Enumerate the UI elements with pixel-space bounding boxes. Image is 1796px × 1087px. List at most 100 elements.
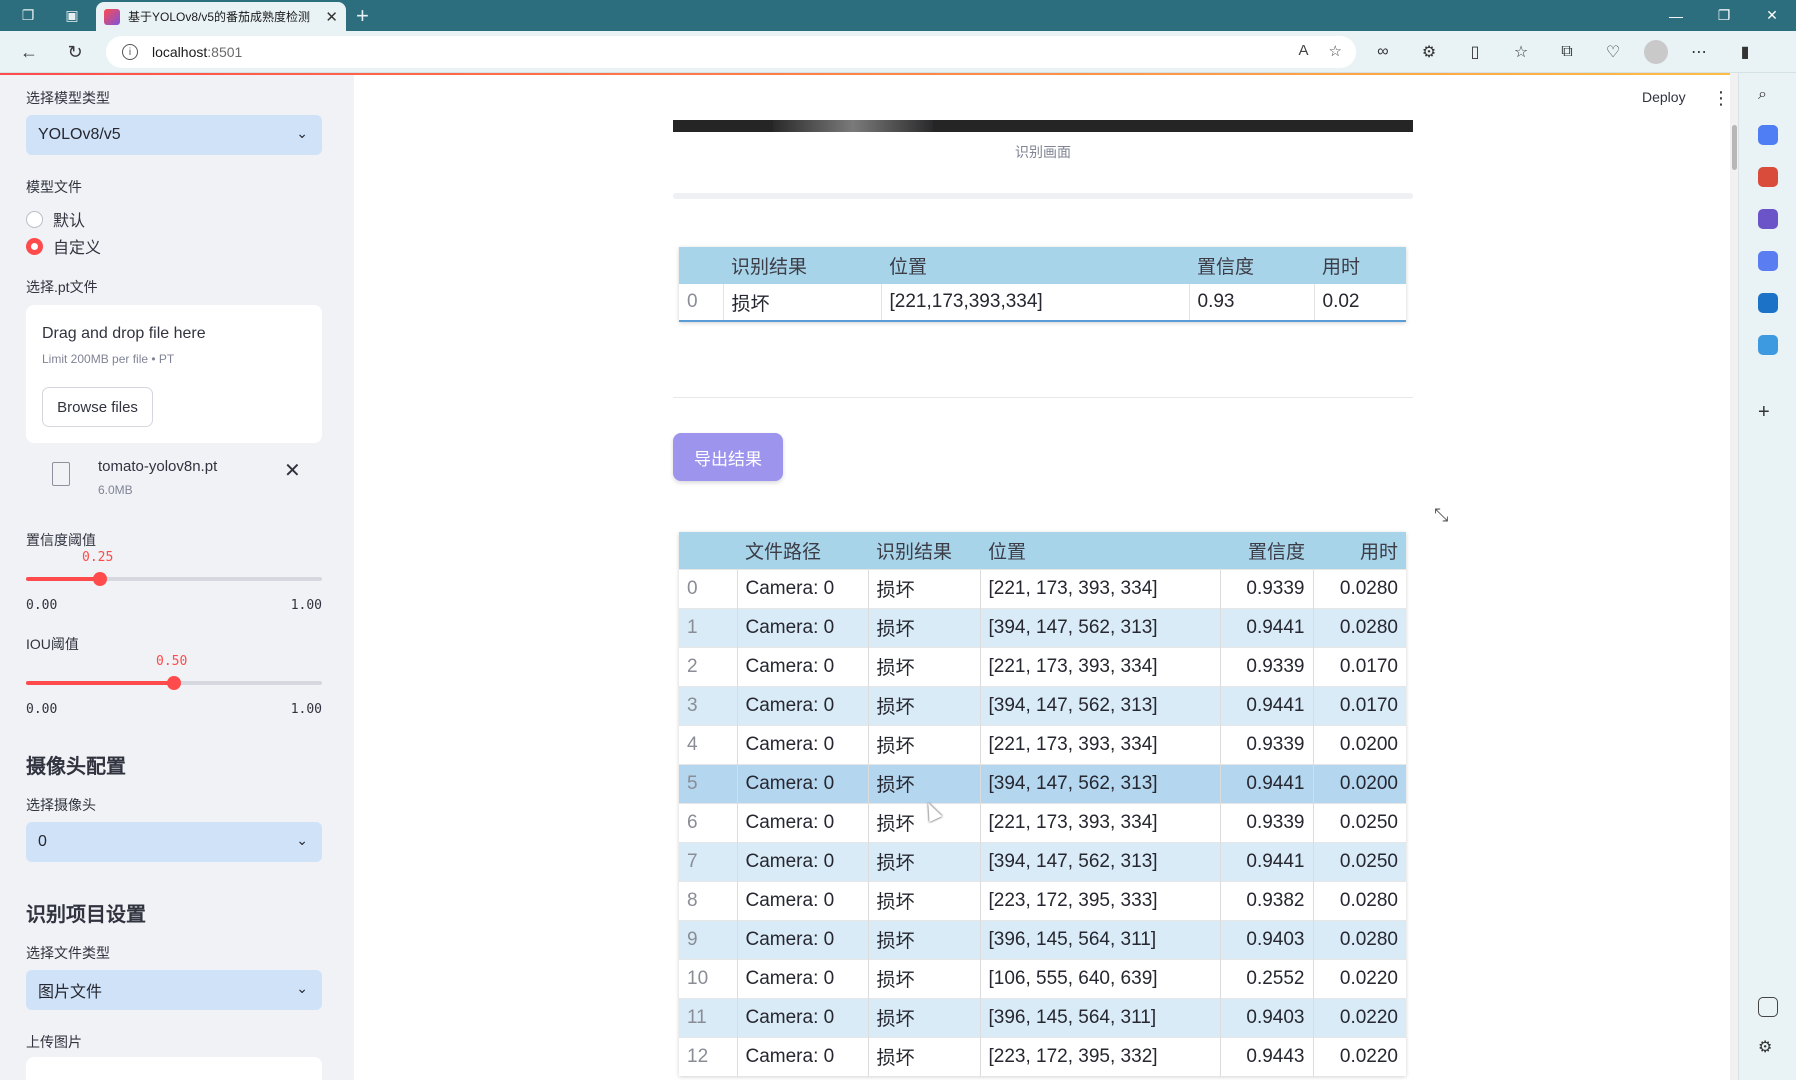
table-row[interactable]: 10 Camera: 0 损坏 [106, 555, 640, 639] 0.2552 0… [679,958,1406,998]
slider-thumb[interactable] [167,676,181,690]
main-menu-icon[interactable]: ⋮ [1712,88,1730,109]
table-row[interactable]: 8 Camera: 0 损坏 [223, 172, 395, 333] 0.9382 0.… [679,880,1406,920]
column-header[interactable] [679,247,723,284]
file-path-cell: Camera: 0 [736,646,868,686]
pt-file-label: 选择.pt文件 [26,279,98,295]
file-dropzone[interactable]: Drag and drop file here Limit 200MB per … [26,305,322,443]
workspaces-icon[interactable]: ❐ [16,0,40,31]
file-type-select[interactable]: 图片文件 ⌄ [26,970,322,1010]
close-window-icon[interactable]: ✕ [1748,0,1796,31]
copilot-icon[interactable] [1758,251,1778,271]
table-row[interactable]: 5 Camera: 0 损坏 [394, 147, 562, 313] 0.9441 0.… [679,763,1406,803]
toolbar-buttons: ∞ ⚙ ▯ ☆ ⧉ ♡ ⋯ ▮ [1368,37,1760,67]
back-icon[interactable]: ← [14,37,44,67]
table-row[interactable]: 7 Camera: 0 损坏 [394, 147, 562, 313] 0.9441 0.… [679,841,1406,881]
column-header[interactable]: 位置 [980,532,1220,569]
address-bar[interactable]: i localhost:8501 A ☆ [106,36,1356,68]
table-row[interactable]: 0 Camera: 0 损坏 [221, 173, 393, 334] 0.9339 0.… [679,568,1406,608]
table-row[interactable]: 6 Camera: 0 损坏 [221, 173, 393, 334] 0.9339 0.… [679,802,1406,842]
column-header[interactable]: 置信度 [1189,247,1314,284]
browser-essentials-icon[interactable]: ♡ [1598,37,1628,67]
favorite-star-icon[interactable]: ☆ [1329,42,1342,60]
chevron-down-icon: ⌄ [296,125,308,141]
deploy-button[interactable]: Deploy [1642,89,1686,105]
iou-slider[interactable]: 0.50 0.00 1.00 [26,644,322,717]
tab-actions-icon[interactable]: ▣ [60,0,84,31]
model-type-select[interactable]: YOLOv8/v5 ⌄ [26,115,322,155]
column-header[interactable]: 置信度 [1220,532,1313,569]
table-row[interactable]: 4 Camera: 0 损坏 [221, 173, 393, 334] 0.9339 0.… [679,724,1406,764]
column-header[interactable]: 识别结果 [723,247,881,284]
column-header[interactable]: 文件路径 [737,532,868,569]
favorites-icon[interactable]: ☆ [1506,37,1536,67]
confidence-cell: 0.9441 [1219,763,1313,803]
radio-default-label: 默认 [53,213,86,230]
window-controls: — ❐ ✕ [1652,0,1796,31]
close-tab-icon[interactable]: ✕ [325,8,338,26]
edge-side-rail: ⌕ + ⚙ [1738,73,1796,1080]
table-row[interactable]: 2 Camera: 0 损坏 [221, 173, 393, 334] 0.9339 0.… [679,646,1406,686]
new-tab-icon[interactable]: + [356,3,369,29]
radio-default[interactable]: 默认 [26,207,85,231]
table-row[interactable]: 0 损坏 [221,173,393,334] 0.93 0.02 [679,284,1406,321]
extensions-icon[interactable]: ⚙ [1414,37,1444,67]
screenshot-icon[interactable] [1758,997,1778,1017]
column-header[interactable]: 用时 [1313,532,1406,569]
image-dropzone[interactable] [26,1057,322,1087]
settings-gear-icon[interactable]: ⚙ [1758,1037,1778,1057]
split-screen-icon[interactable]: ▯ [1460,37,1490,67]
column-header[interactable] [679,532,737,569]
table-header-row: 识别结果 位置 置信度 用时 [679,247,1406,284]
position-cell: [221, 173, 393, 334] [979,646,1220,686]
minimize-icon[interactable]: — [1652,0,1700,31]
table-row[interactable]: 1 Camera: 0 损坏 [394, 147, 562, 313] 0.9441 0.… [679,607,1406,647]
table-row[interactable]: 12 Camera: 0 损坏 [223, 172, 395, 332] 0.9443 0… [679,1036,1406,1076]
add-icon[interactable]: + [1758,401,1778,423]
browse-files-button[interactable]: Browse files [42,387,153,427]
sidebar-toggle-icon[interactable]: ▮ [1730,37,1760,67]
restore-icon[interactable]: ❐ [1700,0,1748,31]
read-aloud-icon[interactable]: A [1299,42,1309,60]
url-text: localhost:8501 [152,44,243,60]
shopping-icon[interactable] [1758,125,1778,145]
confidence-slider[interactable]: 0.25 0.00 1.00 [26,540,322,613]
slider-fill [26,681,174,685]
column-header[interactable]: 识别结果 [868,532,980,569]
scrollbar-thumb[interactable] [1732,125,1737,170]
camera-config-heading: 摄像头配置 [26,756,126,778]
row-index: 12 [679,1036,737,1076]
file-path-cell: Camera: 0 [736,880,868,920]
table-row[interactable]: 11 Camera: 0 损坏 [396, 145, 564, 311] 0.9403 0… [679,997,1406,1037]
collections-icon[interactable]: ⧉ [1552,37,1582,67]
send-icon[interactable] [1758,335,1778,355]
outlook-icon[interactable] [1758,293,1778,313]
tools-icon[interactable] [1758,167,1778,187]
column-header[interactable]: 位置 [881,247,1189,284]
fullscreen-expand-icon[interactable]: ⤡ [1434,505,1448,526]
games-icon[interactable] [1758,209,1778,229]
result-table[interactable]: 识别结果 位置 置信度 用时 0 损坏 [221,173,393,334] 0.… [679,247,1406,322]
detail-table[interactable]: 文件路径 识别结果 位置 置信度 用时 0 Camera: 0 损坏 [221, 17… [679,532,1406,1076]
file-size: 6.0MB [98,483,133,497]
confidence-cell: 0.9382 [1219,880,1313,920]
column-header[interactable]: 用时 [1314,247,1406,284]
model-type-label: 选择模型类型 [26,90,110,106]
search-icon[interactable]: ⌕ [1758,86,1778,106]
refresh-icon[interactable]: ↻ [60,37,90,67]
remove-file-icon[interactable]: ✕ [284,458,301,483]
infinity-icon[interactable]: ∞ [1368,37,1398,67]
slider-thumb[interactable] [93,572,107,586]
export-results-button[interactable]: 导出结果 [673,433,783,481]
site-info-icon[interactable]: i [122,44,138,60]
page-scrollbar[interactable] [1730,73,1738,1080]
file-path-cell: Camera: 0 [736,568,868,608]
result-cell: 损坏 [867,1036,980,1076]
model-type-value: YOLOv8/v5 [38,126,121,143]
more-options-icon[interactable]: ⋯ [1684,37,1714,67]
table-row[interactable]: 9 Camera: 0 损坏 [396, 145, 564, 311] 0.9403 0.… [679,919,1406,959]
browser-tab[interactable]: 基于YOLOv8/v5的番茄成熟度检测 ✕ [96,2,346,31]
profile-avatar[interactable] [1644,40,1668,64]
radio-custom[interactable]: 自定义 [26,234,101,258]
camera-select[interactable]: 0 ⌄ [26,822,322,862]
table-row[interactable]: 3 Camera: 0 损坏 [394, 147, 562, 313] 0.9441 0.… [679,685,1406,725]
